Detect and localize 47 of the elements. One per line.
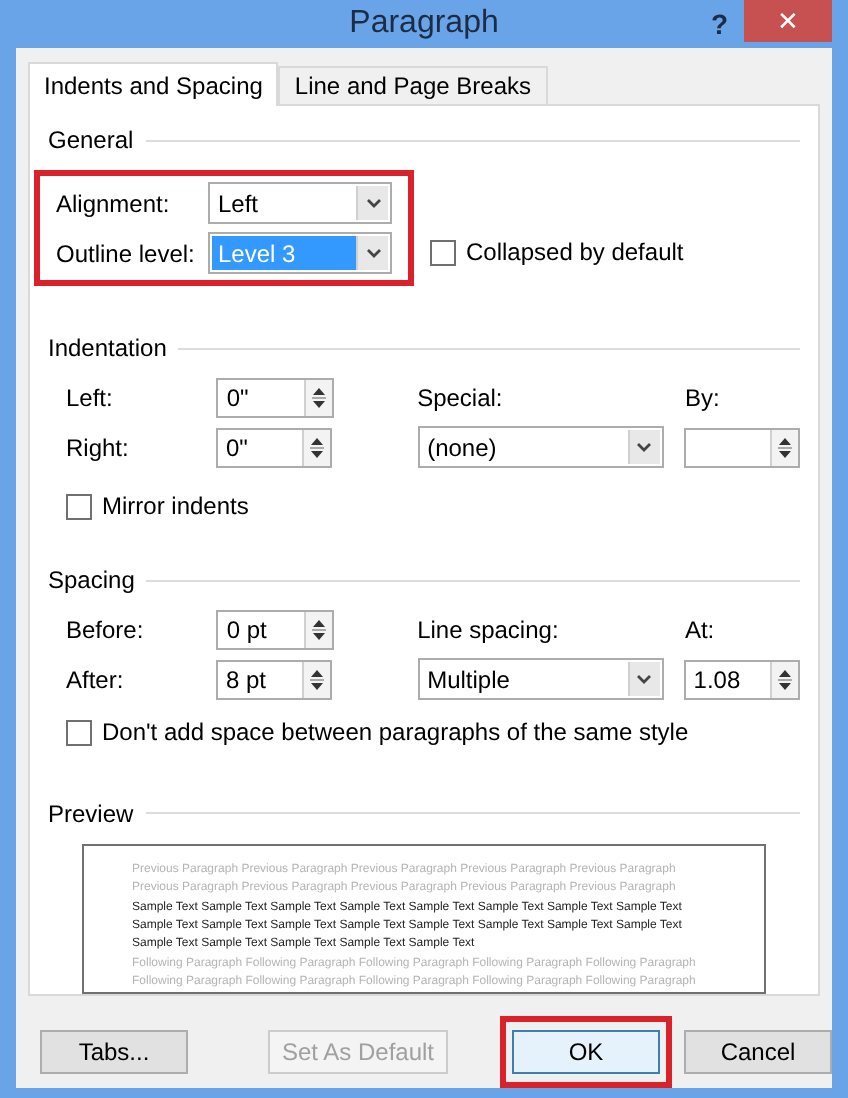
field-label: At:	[684, 614, 717, 649]
checkbox-label: Collapsed by default	[466, 236, 684, 270]
chevron-down-icon	[365, 247, 381, 259]
field-label: Special:	[417, 382, 505, 416]
spin-arrows-icon	[308, 665, 327, 694]
section-title: Spacing	[48, 564, 135, 599]
spin-arrows-icon	[776, 433, 794, 461]
checkbox-label: Don't add space between paragraphs of the same style	[102, 716, 689, 751]
dialog-button[interactable]: OK	[512, 1030, 660, 1074]
checkbox[interactable]	[66, 719, 92, 746]
spin-field[interactable]	[683, 427, 800, 467]
field-label: Line spacing:	[417, 614, 561, 649]
dialog-button[interactable]: Tabs...	[40, 1030, 188, 1074]
field-label: Outline level:	[56, 237, 197, 271]
chevron-down-icon	[636, 673, 653, 686]
spin-field[interactable]: 0"	[216, 378, 334, 418]
checkbox[interactable]	[430, 239, 456, 265]
field-label: By:	[684, 382, 722, 416]
field-label: Alignment:	[56, 187, 172, 221]
section-title: Indentation	[48, 332, 167, 366]
window-title: Paragraph	[349, 4, 499, 44]
tab[interactable]: Line and Page Breaks	[278, 66, 548, 104]
dialog-button[interactable]: Cancel	[684, 1030, 832, 1074]
tab[interactable]: Indents and Spacing	[28, 62, 279, 106]
dropdown-field[interactable]: Multiple	[417, 658, 664, 701]
chevron-down-icon	[636, 441, 653, 453]
spin-field[interactable]: 0"	[215, 427, 333, 467]
dropdown-field[interactable]: (none)	[417, 426, 664, 468]
spin-field[interactable]: 1.08	[683, 659, 800, 700]
field-label: Left:	[66, 382, 115, 416]
field-label: Before:	[66, 614, 146, 649]
spin-arrows-icon	[309, 616, 328, 645]
spin-arrows-icon	[776, 665, 794, 694]
checkbox-label: Mirror indents	[102, 490, 249, 524]
chevron-down-icon	[365, 197, 381, 209]
spin-field[interactable]: 0 pt	[216, 610, 334, 651]
spin-arrows-icon	[308, 433, 327, 461]
spin-arrows-icon	[309, 384, 328, 412]
dropdown-field[interactable]: Left	[208, 182, 392, 224]
checkbox[interactable]	[66, 493, 92, 519]
section-title: General	[48, 124, 134, 158]
section-title: Preview	[48, 797, 134, 832]
close-button[interactable]: ✕	[744, 0, 832, 42]
field-label: Right:	[66, 431, 131, 465]
spin-field[interactable]: 8 pt	[215, 659, 333, 700]
field-label: After:	[66, 663, 126, 698]
help-button[interactable]: ?	[710, 4, 728, 46]
